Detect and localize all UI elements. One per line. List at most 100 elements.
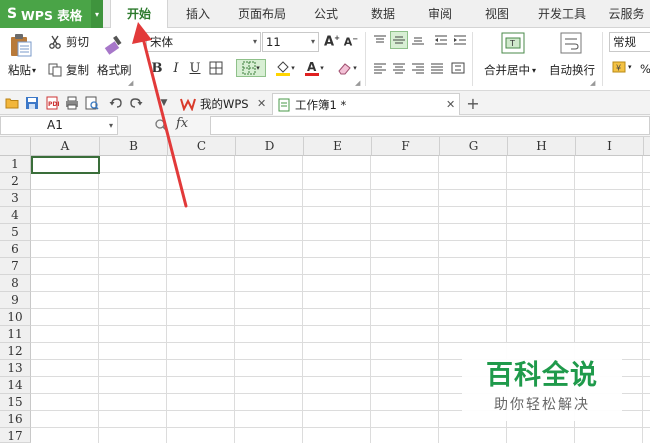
- tab-insert[interactable]: 插入: [176, 0, 220, 28]
- name-box[interactable]: A1 ▾: [0, 116, 118, 135]
- row-header[interactable]: 13: [0, 360, 31, 377]
- currency-button[interactable]: ¥ ▾: [612, 60, 632, 74]
- cut-button[interactable]: 剪切: [48, 34, 89, 50]
- row-header[interactable]: 17: [0, 428, 31, 443]
- row-header[interactable]: 14: [0, 377, 31, 394]
- row-header[interactable]: 12: [0, 343, 31, 360]
- column-header[interactable]: D: [236, 137, 304, 156]
- font-color-button[interactable]: A ▾: [301, 59, 327, 77]
- row-header[interactable]: 16: [0, 411, 31, 428]
- doc-tab-workbook1[interactable]: 工作簿1 * ✕: [272, 93, 460, 115]
- align-top-button[interactable]: [371, 31, 389, 49]
- row-header[interactable]: 10: [0, 309, 31, 326]
- underline-button[interactable]: U: [186, 59, 204, 77]
- increase-indent-button[interactable]: [451, 31, 469, 49]
- decrease-font-size-button[interactable]: A−: [342, 33, 360, 51]
- merge-center-button[interactable]: 合并居中 ▾: [484, 62, 536, 78]
- format-painter-icon-button[interactable]: [103, 32, 127, 56]
- tab-cloud[interactable]: 云服务: [603, 0, 650, 28]
- new-tab-button[interactable]: +: [465, 94, 481, 113]
- wrap-text-icon-button[interactable]: [560, 32, 582, 54]
- paste-menu-button[interactable]: 粘贴 ▾: [8, 62, 36, 78]
- column-header[interactable]: A: [31, 137, 100, 156]
- tab-home[interactable]: 开始: [110, 0, 168, 29]
- italic-button[interactable]: I: [167, 59, 185, 77]
- row-header[interactable]: 5: [0, 224, 31, 241]
- svg-text:T: T: [509, 39, 515, 48]
- alignment-launcher-icon[interactable]: ◢: [590, 79, 595, 87]
- row-header[interactable]: 7: [0, 258, 31, 275]
- printer-icon: [66, 96, 78, 110]
- row-header[interactable]: 11: [0, 326, 31, 343]
- undo-button[interactable]: [108, 95, 124, 111]
- justify-button[interactable]: [428, 59, 446, 77]
- align-right-button[interactable]: [409, 59, 427, 77]
- column-header[interactable]: E: [304, 137, 372, 156]
- borders-button[interactable]: [207, 59, 225, 77]
- export-pdf-button[interactable]: PDF: [44, 95, 60, 111]
- align-middle-button[interactable]: [390, 31, 408, 49]
- distribute-button[interactable]: [449, 59, 467, 77]
- row-header[interactable]: 8: [0, 275, 31, 292]
- tab-page-layout[interactable]: 页面布局: [233, 0, 291, 28]
- font-size-select[interactable]: 11 ▾: [262, 32, 319, 52]
- align-center-button[interactable]: [390, 59, 408, 77]
- merge-center-label: 合并居中: [484, 63, 530, 77]
- font-name-select[interactable]: 宋体 ▾: [146, 32, 261, 52]
- open-button[interactable]: [4, 95, 20, 111]
- save-button[interactable]: [24, 95, 40, 111]
- quick-access-dropdown[interactable]: ▼: [156, 95, 172, 111]
- selected-cell[interactable]: [31, 156, 100, 174]
- paste-button[interactable]: [8, 32, 34, 58]
- close-icon[interactable]: ✕: [257, 94, 266, 114]
- tab-review[interactable]: 审阅: [418, 0, 462, 28]
- decrease-indent-button[interactable]: [432, 31, 450, 49]
- row-header[interactable]: 15: [0, 394, 31, 411]
- tab-data[interactable]: 数据: [361, 0, 405, 28]
- insert-function-button[interactable]: fx: [176, 116, 188, 131]
- row-header[interactable]: 4: [0, 207, 31, 224]
- merge-center-icon-button[interactable]: T: [501, 32, 525, 54]
- select-all-corner[interactable]: [0, 137, 31, 156]
- tab-developer[interactable]: 开发工具: [533, 0, 591, 28]
- number-format-select[interactable]: 常规: [609, 32, 650, 52]
- percent-button[interactable]: %: [640, 62, 650, 76]
- clear-format-button[interactable]: ▾: [334, 59, 360, 77]
- column-header[interactable]: C: [168, 137, 236, 156]
- row-header[interactable]: 1: [0, 156, 31, 173]
- cell-fill-pattern-button[interactable]: ▾: [236, 59, 266, 77]
- increase-font-size-button[interactable]: A+: [323, 33, 341, 51]
- close-icon[interactable]: ✕: [446, 95, 455, 115]
- column-header[interactable]: H: [508, 137, 576, 156]
- bold-button[interactable]: B: [148, 59, 166, 77]
- app-menu-button[interactable]: S WPS 表格 ▾: [0, 0, 103, 28]
- wrap-text-button[interactable]: 自动换行: [549, 62, 595, 78]
- formula-input[interactable]: [210, 116, 650, 135]
- align-left-button[interactable]: [371, 59, 389, 77]
- print-button[interactable]: [64, 95, 80, 111]
- align-bottom-button[interactable]: [409, 31, 427, 49]
- align-middle-icon: [393, 36, 405, 44]
- column-header[interactable]: B: [100, 137, 168, 156]
- column-header[interactable]: G: [440, 137, 508, 156]
- ribbon: 粘贴 ▾ 剪切 复制 格式刷 ◢ 宋体 ▾ 11 ▾ A+ A− B I U ▾…: [0, 28, 650, 91]
- tab-formulas[interactable]: 公式: [304, 0, 348, 28]
- tab-view[interactable]: 视图: [475, 0, 519, 28]
- row-header[interactable]: 6: [0, 241, 31, 258]
- clipboard-launcher-icon[interactable]: ◢: [128, 79, 133, 87]
- fill-color-button[interactable]: ▾: [272, 59, 298, 77]
- column-header[interactable]: F: [372, 137, 440, 156]
- row-header[interactable]: 9: [0, 292, 31, 309]
- magnifier-icon: [155, 119, 168, 132]
- zoom-formula-button[interactable]: [154, 118, 168, 135]
- format-painter-button[interactable]: 格式刷: [97, 62, 132, 78]
- print-preview-button[interactable]: [84, 95, 100, 111]
- column-header[interactable]: I: [576, 137, 644, 156]
- doc-tab-my-wps[interactable]: 我的WPS ✕: [176, 93, 270, 115]
- font-launcher-icon[interactable]: ◢: [355, 79, 360, 87]
- row-header[interactable]: 2: [0, 173, 31, 190]
- copy-button[interactable]: 复制: [48, 62, 89, 78]
- redo-button[interactable]: [128, 95, 144, 111]
- app-menu-dropdown-icon[interactable]: ▾: [91, 0, 103, 28]
- row-header[interactable]: 3: [0, 190, 31, 207]
